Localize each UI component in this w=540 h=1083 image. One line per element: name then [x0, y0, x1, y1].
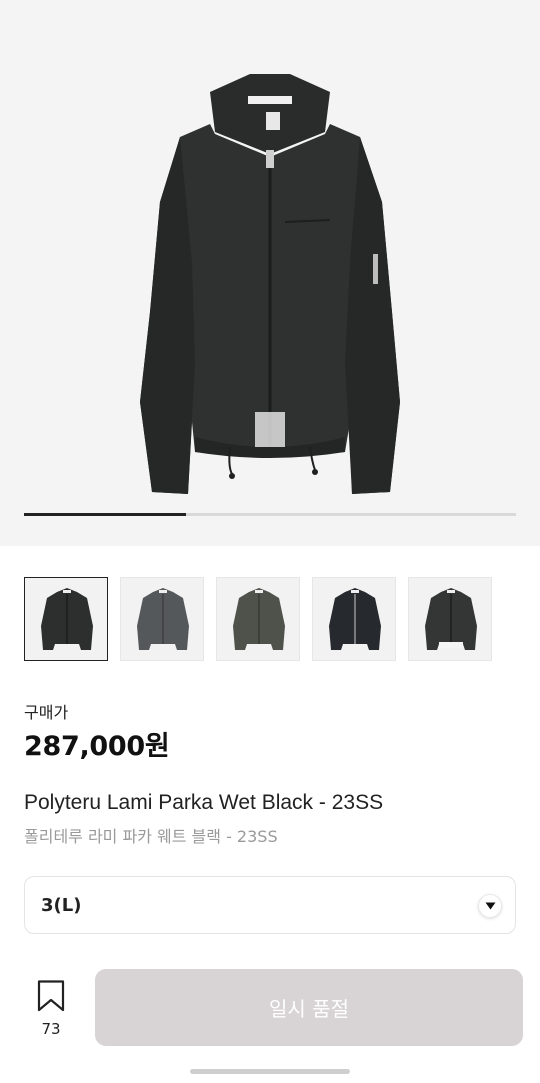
chevron-down-icon[interactable] — [478, 894, 502, 918]
bookmark-icon — [37, 980, 65, 1012]
size-select[interactable]: 3(L) — [24, 876, 516, 934]
gallery-progress-fill — [24, 513, 187, 516]
soldout-button[interactable]: 일시 품절 — [95, 969, 523, 1046]
bookmark-count: 73 — [41, 1020, 61, 1038]
product-name-korean: 폴리테루 라미 파카 웨트 블랙 - 23SS — [24, 827, 278, 846]
jacket-olive-thumbnail — [233, 588, 285, 650]
size-selected-value: 3(L) — [41, 895, 82, 916]
soldout-label: 일시 품절 — [269, 997, 349, 1021]
thumbnail-1[interactable] — [24, 577, 108, 661]
thumbnail-4[interactable] — [312, 577, 396, 661]
gallery-progress-track — [24, 513, 516, 516]
thumbnail-strip — [24, 577, 516, 661]
product-name-english: Polyteru Lami Parka Wet Black - 23SS — [24, 791, 384, 814]
home-indicator — [190, 1069, 350, 1074]
jacket-charcoal-thumbnail — [425, 588, 477, 650]
price-value: 287,000원 — [24, 731, 170, 762]
product-image-gallery[interactable] — [0, 0, 540, 546]
thumbnail-5[interactable] — [408, 577, 492, 661]
jacket-black-thumbnail — [41, 588, 93, 650]
jacket-main-image — [140, 74, 400, 494]
bookmark-button[interactable]: 73 — [28, 980, 74, 1042]
jacket-navy-black-thumbnail — [329, 588, 381, 650]
price-label: 구매가 — [24, 703, 69, 722]
jacket-grey-thumbnail — [137, 588, 189, 650]
thumbnail-3[interactable] — [216, 577, 300, 661]
thumbnail-2[interactable] — [120, 577, 204, 661]
